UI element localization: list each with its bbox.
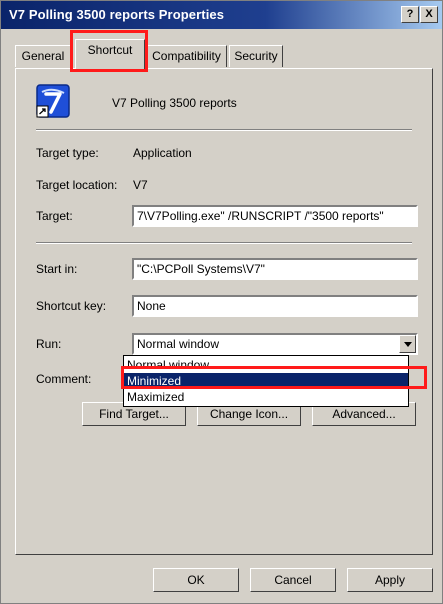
target-location-value: V7 xyxy=(133,178,148,192)
separator-2 xyxy=(36,242,412,244)
apply-button[interactable]: Apply xyxy=(347,568,433,592)
start-in-input[interactable]: "C:\PCPoll Systems\V7" xyxy=(132,258,418,280)
shortcut-name: V7 Polling 3500 reports xyxy=(112,96,237,110)
properties-window: V7 Polling 3500 reports Properties ? X G… xyxy=(0,0,443,604)
target-input[interactable]: 7\V7Polling.exe" /RUNSCRIPT /"3500 repor… xyxy=(132,205,418,227)
run-select-value: Normal window xyxy=(137,337,220,351)
separator-1 xyxy=(36,129,412,131)
v7-app-icon xyxy=(36,84,70,118)
tab-general[interactable]: General xyxy=(15,45,71,67)
run-option-normal-window[interactable]: Normal window xyxy=(124,357,408,373)
title-bar[interactable]: V7 Polling 3500 reports Properties ? X xyxy=(1,1,442,29)
shortcut-key-label: Shortcut key: xyxy=(36,299,107,313)
close-button[interactable]: X xyxy=(420,6,438,23)
comment-label: Comment: xyxy=(36,372,92,386)
cancel-button[interactable]: Cancel xyxy=(250,568,336,592)
run-option-maximized[interactable]: Maximized xyxy=(124,389,408,405)
tab-compatibility[interactable]: Compatibility xyxy=(146,45,227,67)
shortcut-key-input[interactable]: None xyxy=(132,295,418,317)
target-type-value: Application xyxy=(133,146,192,160)
target-location-label: Target location: xyxy=(36,178,118,192)
chevron-down-icon[interactable] xyxy=(399,335,416,353)
run-label: Run: xyxy=(36,337,62,351)
start-in-label: Start in: xyxy=(36,262,78,276)
run-select[interactable]: Normal window xyxy=(132,333,418,355)
tab-shortcut[interactable]: Shortcut xyxy=(75,39,145,69)
shortcut-panel: V7 Polling 3500 reports Target type: App… xyxy=(15,68,433,555)
run-dropdown-list: Normal window Minimized Maximized xyxy=(123,355,409,407)
window-title: V7 Polling 3500 reports Properties xyxy=(9,7,225,22)
ok-button[interactable]: OK xyxy=(153,568,239,592)
target-label: Target: xyxy=(36,209,73,223)
help-button[interactable]: ? xyxy=(401,6,419,23)
target-type-label: Target type: xyxy=(36,146,99,160)
tab-security[interactable]: Security xyxy=(229,45,283,67)
run-option-minimized[interactable]: Minimized xyxy=(124,373,408,389)
